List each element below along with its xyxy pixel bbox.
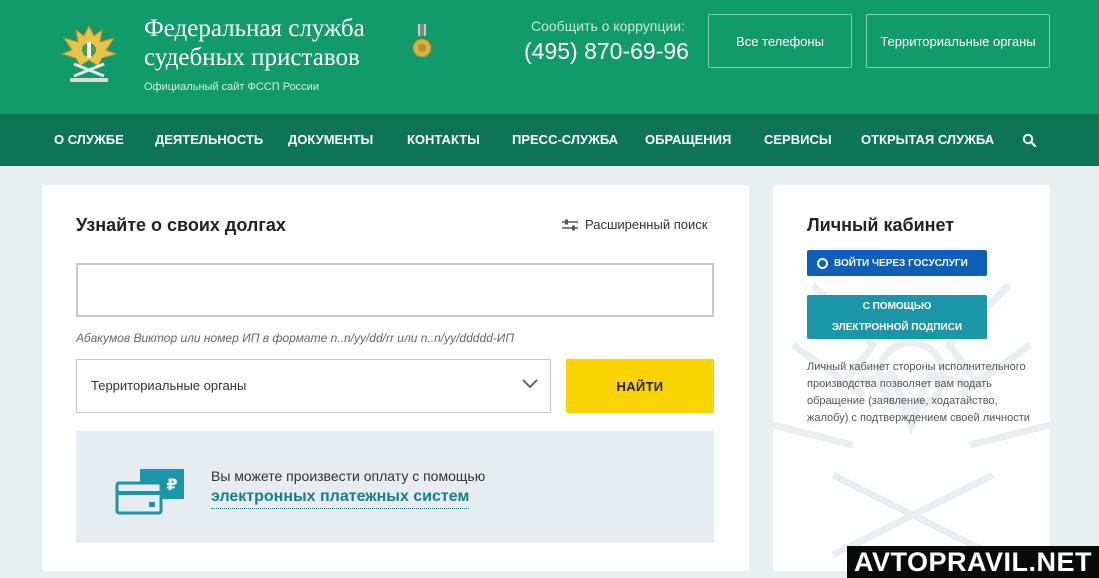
personal-cabinet-title: Личный кабинет	[807, 215, 955, 235]
site-subtitle: Официальный сайт ФССП России	[144, 81, 319, 93]
site-title-line1: Федеральная служба	[144, 15, 365, 42]
gosuslugi-login-button[interactable]: ВОЙТИ ЧЕРЕЗ ГОСУСЛУГИ	[807, 250, 987, 276]
personal-cabinet-card: Личный кабинет ВОЙТИ ЧЕРЕЗ ГОСУСЛУГИ С П…	[773, 185, 1050, 571]
main-nav: О СЛУЖБЕ ДЕЯТЕЛЬНОСТЬ ДОКУМЕНТЫ КОНТАКТЫ…	[0, 114, 1099, 166]
chevron-down-icon	[522, 379, 538, 389]
search-icon[interactable]	[1022, 133, 1036, 147]
nav-item-activity[interactable]: ДЕЯТЕЛЬНОСТЬ	[155, 114, 263, 166]
nav-item-appeals[interactable]: ОБРАЩЕНИЯ	[645, 114, 731, 166]
corruption-label: Сообщить о коррупции:	[531, 18, 685, 34]
payment-systems-link[interactable]: электронных платежных систем	[211, 488, 470, 509]
card-payment-icon: ₽	[115, 469, 184, 515]
nav-item-services[interactable]: СЕРВИСЫ	[764, 114, 832, 166]
region-select-value: Территориальные органы	[91, 378, 247, 393]
find-button[interactable]: НАЙТИ	[566, 359, 714, 413]
payment-info-box: ₽ Вы можете произвести оплату с помощью …	[76, 431, 714, 543]
site-title-line2: судебных приставов	[144, 44, 360, 71]
e-signature-line2: ЭЛЕКТРОННОЙ ПОДПИСИ	[831, 322, 963, 333]
payment-text: Вы можете произвести оплату с помощью	[211, 468, 486, 484]
site-header: Федеральная служба судебных приставов Оф…	[0, 0, 1099, 114]
watermark-text: AVTOPRAVIL.NET	[853, 547, 1093, 577]
eagle-emblem-icon[interactable]	[56, 20, 122, 92]
gosuslugi-icon	[817, 257, 828, 269]
nav-item-open-service[interactable]: ОТКРЫТАЯ СЛУЖБА	[861, 114, 994, 166]
advanced-search-link[interactable]: Расширенный поиск	[562, 217, 707, 232]
debtor-search-input[interactable]	[76, 263, 714, 317]
gosuslugi-label: ВОЙТИ ЧЕРЕЗ ГОСУСЛУГИ	[834, 257, 968, 269]
site-title[interactable]: Федеральная служба судебных приставов	[144, 14, 365, 72]
search-hint: Абакумов Виктор или номер ИП в формате n…	[76, 331, 515, 345]
regional-bodies-button[interactable]: Территориальные органы	[866, 14, 1050, 68]
e-signature-button[interactable]: С ПОМОЩЬЮ ЭЛЕКТРОННОЙ ПОДПИСИ	[807, 295, 987, 339]
medal-icon	[412, 24, 432, 58]
debt-search-card: Узнайте о своих долгах Расширенный поиск…	[42, 185, 749, 571]
corruption-phone[interactable]: (495) 870-69-96	[524, 38, 689, 65]
nav-item-contacts[interactable]: КОНТАКТЫ	[407, 114, 480, 166]
region-select[interactable]: Территориальные органы	[76, 359, 551, 413]
personal-cabinet-description: Личный кабинет стороны исполнительного п…	[807, 361, 1030, 424]
svg-text:₽: ₽	[166, 475, 177, 494]
advanced-search-label: Расширенный поиск	[585, 217, 708, 232]
debt-search-title: Узнайте о своих долгах	[76, 215, 286, 235]
nav-item-about[interactable]: О СЛУЖБЕ	[54, 114, 124, 166]
nav-item-documents[interactable]: ДОКУМЕНТЫ	[288, 114, 373, 166]
e-signature-line1: С ПОМОЩЬЮ	[862, 301, 932, 312]
watermark-banner: AVTOPRAVIL.NET	[847, 546, 1099, 578]
filter-sliders-icon	[562, 219, 578, 230]
all-phones-button[interactable]: Все телефоны	[708, 14, 852, 68]
nav-item-press[interactable]: ПРЕСС-СЛУЖБА	[512, 114, 618, 166]
